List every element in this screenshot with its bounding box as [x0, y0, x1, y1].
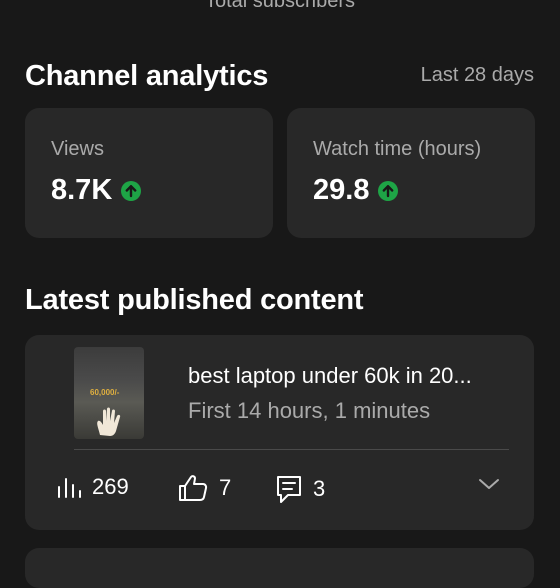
watch-time-card[interactable]: Watch time (hours) 29.8: [287, 108, 535, 238]
period-label: Last 28 days: [420, 64, 534, 86]
watch-time-value: 29.8: [313, 174, 370, 206]
comments-count: 3: [313, 476, 326, 501]
video-thumbnail[interactable]: 60,000/-: [74, 347, 144, 439]
likes-count: 7: [219, 475, 232, 500]
trend-up-icon: [378, 180, 399, 201]
latest-video-card[interactable]: 60,000/- best laptop under 60k in 20... …: [25, 335, 534, 530]
hand-icon: [97, 407, 121, 436]
chevron-down-icon[interactable]: [478, 477, 500, 491]
views-value: 8.7K: [51, 174, 113, 206]
channel-analytics-title: Channel analytics: [25, 60, 269, 92]
next-content-card[interactable]: [25, 548, 534, 588]
card-divider: [74, 449, 509, 450]
comments-metric: 3: [275, 474, 325, 504]
video-title[interactable]: best laptop under 60k in 20...: [188, 363, 472, 389]
views-count: 269: [92, 474, 129, 499]
likes-metric: 7: [177, 474, 231, 502]
views-metric: 269: [56, 474, 129, 500]
latest-content-title: Latest published content: [25, 284, 364, 316]
watch-time-value-row: 29.8: [313, 174, 399, 207]
thumbs-up-icon: [179, 475, 208, 501]
views-value-row: 8.7K: [51, 174, 142, 207]
watch-time-label: Watch time (hours): [313, 138, 482, 160]
video-stat-subtitle: First 14 hours, 1 minutes: [188, 398, 431, 423]
bar-chart-icon: [58, 478, 81, 498]
views-card[interactable]: Views 8.7K: [25, 108, 273, 238]
trend-up-icon: [121, 180, 142, 201]
thumbnail-text: 60,000/-: [90, 388, 120, 397]
total-subscribers-label: Total subscribers: [204, 0, 356, 12]
views-label: Views: [51, 138, 104, 160]
comment-icon: [277, 476, 301, 503]
